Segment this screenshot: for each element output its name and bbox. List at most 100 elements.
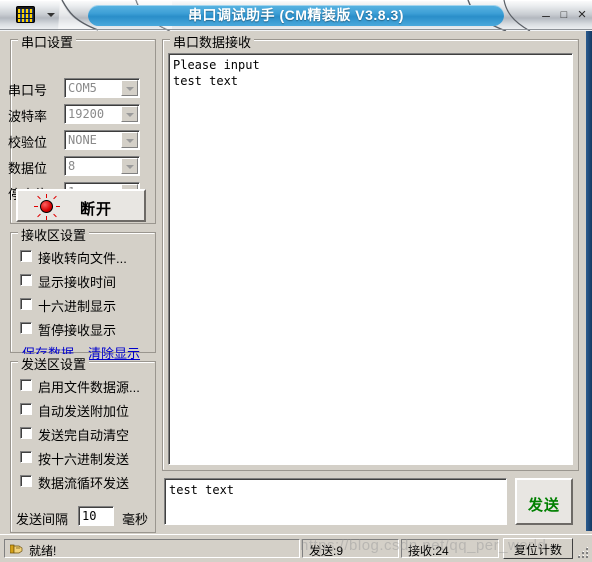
chevron-down-icon[interactable]: [47, 13, 55, 17]
send-settings-title: 发送区设置: [18, 354, 90, 373]
parity-combo-arrow-button[interactable]: [121, 132, 138, 148]
checkbox-send-hex[interactable]: [20, 451, 32, 463]
field-row-parity: 校验位 NONE: [8, 130, 140, 152]
led-ray: [37, 195, 41, 200]
send-interval-input[interactable]: 10: [78, 506, 114, 526]
checkbox-label: 启用文件数据源...: [38, 380, 140, 395]
send-data-value: test text: [169, 483, 235, 497]
disconnect-button-label: 断开: [80, 201, 113, 218]
checkbox-enable-file-source[interactable]: [20, 379, 32, 391]
close-button[interactable]: ×: [574, 7, 590, 23]
led-ray: [53, 213, 57, 218]
pointing-hand-icon: [10, 544, 23, 554]
checkbox-label: 暂停接收显示: [38, 323, 117, 338]
status-panel-received: 接收:24: [401, 539, 499, 558]
parity-value: NONE: [68, 133, 97, 147]
status-sent-text: 发送:9: [309, 544, 344, 558]
checkbox-row-loop-send[interactable]: 数据流循环发送: [10, 472, 146, 492]
checkbox-row-clear-after-send[interactable]: 发送完自动清空: [10, 424, 146, 444]
port-combo[interactable]: COM5: [64, 78, 140, 98]
checkbox-label: 自动发送附加位: [38, 404, 130, 419]
port-label: 串口号: [8, 83, 48, 98]
checkbox-row-hex-display[interactable]: 十六进制显示: [10, 295, 146, 315]
checkbox-row-show-recv-time[interactable]: 显示接收时间: [10, 271, 146, 291]
reset-counter-button-label: 复位计数: [513, 543, 562, 557]
receive-settings-title: 接收区设置: [18, 225, 90, 244]
send-interval-value: 10: [82, 509, 97, 523]
baud-combo[interactable]: 19200: [64, 104, 140, 124]
receive-data-textarea[interactable]: Please input test text: [168, 53, 573, 465]
checkbox-row-enable-file-source[interactable]: 启用文件数据源...: [10, 376, 146, 396]
window-title: 串口调试助手 (CM精装版 V3.8.3): [188, 7, 404, 23]
send-data-textarea[interactable]: test text: [164, 478, 507, 525]
checkbox-auto-append[interactable]: [20, 403, 32, 415]
send-interval-unit: 毫秒: [122, 512, 149, 527]
app-icon-band: [18, 9, 33, 13]
app-icon-band: [18, 19, 33, 22]
send-button-label: 发送: [527, 497, 560, 514]
baud-label: 波特率: [8, 109, 48, 124]
reset-counter-button[interactable]: 复位计数: [503, 538, 573, 559]
baud-value: 19200: [68, 107, 105, 121]
chevron-down-icon: [126, 113, 134, 117]
receive-data-title: 串口数据接收: [170, 32, 255, 51]
app-icon-band: [18, 14, 33, 18]
resize-grip[interactable]: [576, 546, 590, 560]
window-right-border: [586, 31, 592, 531]
field-row-port: 串口号 COM5: [8, 78, 140, 100]
client-area: 串口设置 串口号 COM5 波特率 19200 校验位 NONE 数据位 8 断…: [0, 31, 592, 562]
checkbox-loop-send[interactable]: [20, 475, 32, 487]
checkbox-clear-after-send[interactable]: [20, 427, 32, 439]
app-flag-icon[interactable]: [16, 6, 35, 23]
checkbox-recv-to-file[interactable]: [20, 250, 32, 262]
send-button[interactable]: 发送: [515, 478, 573, 525]
status-panel-sent: 发送:9: [302, 539, 399, 558]
databits-combo[interactable]: 8: [64, 156, 140, 176]
checkbox-label: 接收转向文件...: [38, 251, 127, 266]
checkbox-row-auto-append[interactable]: 自动发送附加位: [10, 400, 146, 420]
led-ray: [53, 195, 57, 200]
baud-combo-arrow-button[interactable]: [121, 106, 138, 122]
led-ray: [46, 194, 47, 198]
chevron-down-icon: [126, 165, 134, 169]
led-ray: [56, 206, 60, 207]
parity-label: 校验位: [8, 135, 48, 150]
send-interval-label: 发送间隔: [16, 512, 69, 527]
clear-display-link[interactable]: 清除显示: [88, 343, 140, 362]
checkbox-label: 发送完自动清空: [38, 428, 130, 443]
led-ray: [46, 216, 47, 220]
status-bar: 就绪! 发送:9 接收:24 复位计数: [0, 534, 592, 562]
chevron-down-icon: [126, 87, 134, 91]
serial-settings-title: 串口设置: [18, 32, 77, 51]
parity-combo[interactable]: NONE: [64, 130, 140, 150]
databits-label: 数据位: [8, 161, 48, 176]
checkbox-show-recv-time[interactable]: [20, 274, 32, 286]
status-panel-ready: 就绪!: [4, 539, 300, 558]
field-row-baud: 波特率 19200: [8, 104, 140, 126]
minimize-button[interactable]: –: [538, 7, 554, 23]
maximize-button[interactable]: □: [556, 7, 572, 23]
receive-line: test text: [173, 74, 239, 88]
checkbox-row-send-hex[interactable]: 按十六进制发送: [10, 448, 146, 468]
title-bar: 串口调试助手 (CM精装版 V3.8.3) – □ ×: [0, 0, 592, 31]
checkbox-label: 数据流循环发送: [38, 476, 130, 491]
status-ready-text: 就绪!: [29, 544, 57, 558]
chevron-down-icon: [126, 139, 134, 143]
checkbox-hex-display[interactable]: [20, 298, 32, 310]
led-ray: [37, 213, 41, 218]
connection-status-led: [40, 200, 53, 213]
port-combo-arrow-button[interactable]: [121, 80, 138, 96]
field-row-databits: 数据位 8: [8, 156, 140, 178]
databits-combo-arrow-button[interactable]: [121, 158, 138, 174]
disconnect-button[interactable]: 断开: [16, 189, 146, 222]
checkbox-pause-recv[interactable]: [20, 322, 32, 334]
databits-value: 8: [68, 159, 76, 173]
checkbox-label: 显示接收时间: [38, 275, 117, 290]
receive-line: Please input: [173, 58, 260, 72]
checkbox-row-recv-to-file[interactable]: 接收转向文件...: [10, 247, 146, 267]
checkbox-label: 按十六进制发送: [38, 452, 130, 467]
port-value: COM5: [68, 81, 97, 95]
checkbox-row-pause-recv[interactable]: 暂停接收显示: [10, 319, 146, 339]
checkbox-label: 十六进制显示: [38, 299, 117, 314]
led-ray: [34, 206, 38, 207]
